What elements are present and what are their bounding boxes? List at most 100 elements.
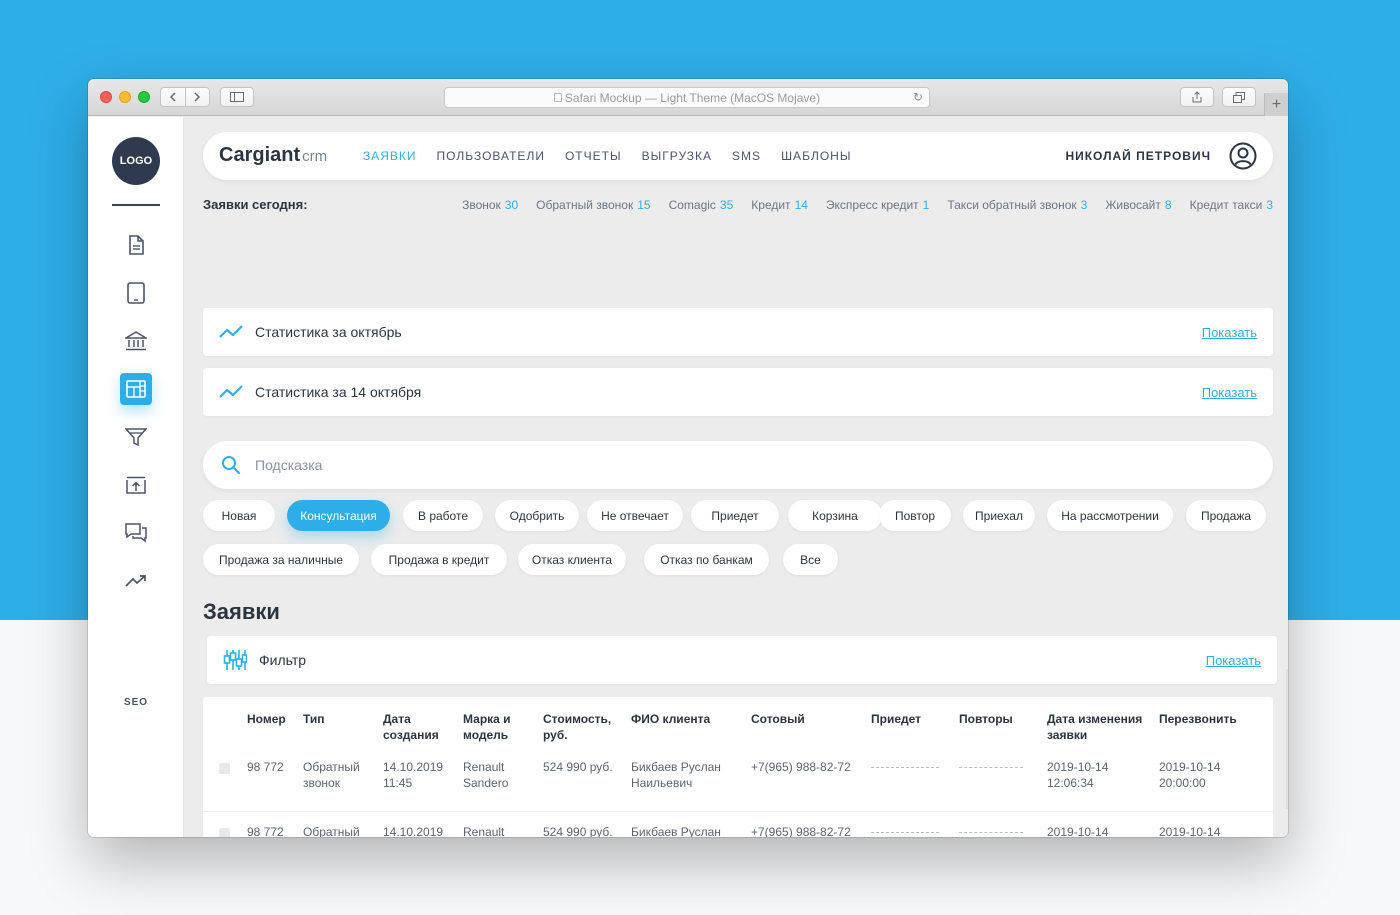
chevron-left-icon xyxy=(169,92,176,102)
stat-card-day: Статистика за 14 октября Показать xyxy=(203,368,1273,416)
cell-line: Renault xyxy=(463,825,505,837)
sidebar-item-dashboard[interactable] xyxy=(120,373,152,405)
tablet-icon xyxy=(127,282,145,304)
sidebar-item-analytics[interactable] xyxy=(120,565,152,597)
section-title: Заявки xyxy=(203,599,280,624)
nav-item[interactable]: ОТЧЕТЫ xyxy=(565,149,622,163)
table-header-cell[interactable]: Повторы xyxy=(959,711,1013,727)
stat-card-month: Статистика за октябрь Показать xyxy=(203,308,1273,356)
nav-item[interactable]: ЗАЯВКИ xyxy=(363,149,417,163)
back-button[interactable] xyxy=(161,88,185,106)
sidebar-item-documents[interactable] xyxy=(120,229,152,261)
header-line: Приедет xyxy=(871,712,922,726)
status-chip[interactable]: Новая xyxy=(203,500,275,531)
sidebar-item-upload[interactable] xyxy=(120,469,152,501)
counter-value: 3 xyxy=(1266,198,1273,212)
today-label: Заявки сегодня: xyxy=(203,197,308,212)
sidebar-divider xyxy=(112,204,160,206)
user-avatar-icon[interactable] xyxy=(1229,142,1257,170)
nav-item[interactable]: ПОЛЬЗОВАТЕЛИ xyxy=(437,149,545,163)
maximize-window-button[interactable] xyxy=(138,91,150,103)
status-chip[interactable]: Не отвечает xyxy=(587,500,683,531)
status-chip[interactable]: На рассмотрении xyxy=(1047,500,1173,531)
table-header-cell[interactable]: ФИО клиента xyxy=(631,711,710,727)
table-cell-phone[interactable]: +7(965) 988-82-72 xyxy=(751,824,851,837)
nav-item[interactable]: SMS xyxy=(732,149,761,163)
table-cell-model: Renault Sandero xyxy=(463,759,508,791)
counter-label: Кредит xyxy=(751,198,791,212)
address-bar[interactable]: Safari Mockup — Light Theme (MacOS Mojav… xyxy=(444,87,930,108)
table-header-cell[interactable]: Приедет xyxy=(871,711,921,727)
nav-item[interactable]: ШАБЛОНЫ xyxy=(781,149,851,163)
sidebar-item-chat[interactable] xyxy=(120,517,152,549)
counter-label: Звонок xyxy=(462,198,501,212)
today-counter[interactable]: Экспресс кредит 1 xyxy=(826,198,929,212)
header-line: Перезвонить xyxy=(1159,712,1237,726)
logo[interactable]: LOGO xyxy=(112,137,160,185)
row-checkbox[interactable] xyxy=(219,828,230,837)
status-chip[interactable]: Консультация xyxy=(287,500,390,531)
table-header-cell[interactable]: Стоимость, руб. xyxy=(543,711,611,743)
today-counters: Звонок 30 Обратный звонок 15 Comagic 35 Кредит… xyxy=(444,198,1273,212)
sidebar-icon xyxy=(230,92,244,102)
table-header-cell[interactable]: Номер xyxy=(247,711,286,727)
user-name[interactable]: НИКОЛАЙ ПЕТРОВИЧ xyxy=(1065,149,1211,163)
status-chip[interactable]: Одобрить xyxy=(495,500,579,531)
status-chip[interactable]: Приехал xyxy=(963,500,1035,531)
status-chip[interactable]: Отказ по банкам xyxy=(644,544,769,575)
empty-value-dash xyxy=(959,832,1023,833)
tabs-overview-button[interactable] xyxy=(1222,87,1256,107)
forward-button[interactable] xyxy=(184,88,209,106)
today-counter[interactable]: Кредит такси 3 xyxy=(1190,198,1273,212)
sidebar-toggle-button[interactable] xyxy=(220,87,254,107)
today-counter[interactable]: Comagic 35 xyxy=(669,198,734,212)
counter-value: 8 xyxy=(1164,198,1172,212)
status-chip[interactable]: Повтор xyxy=(879,500,951,531)
status-chip[interactable]: Корзина xyxy=(788,500,882,531)
stat-card-title: Статистика за октябрь xyxy=(255,324,402,340)
status-chip[interactable]: Отказ клиента xyxy=(518,544,626,575)
search-input[interactable] xyxy=(255,453,1215,477)
close-window-button[interactable] xyxy=(100,91,112,103)
table-header-cell[interactable]: Марка и модель xyxy=(463,711,511,743)
nav-item[interactable]: ВЫГРУЗКА xyxy=(642,149,712,163)
table-cell-phone[interactable]: +7(965) 988-82-72 xyxy=(751,759,851,775)
today-counter[interactable]: Звонок 30 xyxy=(462,198,518,212)
show-link[interactable]: Показать xyxy=(1202,385,1257,400)
today-counter[interactable]: Кредит 14 xyxy=(751,198,808,212)
today-counter[interactable]: Обратный звонок 15 xyxy=(536,198,650,212)
today-counter[interactable]: Живосайт 8 xyxy=(1105,198,1171,212)
table-cell-client: Бикбаев Руслан Наильевич xyxy=(631,759,721,791)
table-cell-number: 98 772 xyxy=(247,760,284,774)
show-link[interactable]: Показать xyxy=(1202,325,1257,340)
brand[interactable]: Cargiant crm xyxy=(219,144,327,167)
sidebar-item-bank[interactable] xyxy=(120,325,152,357)
sidebar-item-seo[interactable]: SEO xyxy=(112,697,160,708)
status-chip[interactable]: Продажа в кредит xyxy=(371,544,507,575)
minimize-window-button[interactable] xyxy=(119,91,131,103)
today-counter[interactable]: Такси обратный звонок 3 xyxy=(947,198,1087,212)
table-cell-callback: 2019-10-1420:00:00 xyxy=(1159,824,1220,837)
table-header-cell[interactable]: Дата создания xyxy=(383,711,439,743)
reload-icon[interactable]: ↻ xyxy=(913,90,923,104)
status-chip[interactable]: Продажа xyxy=(1186,500,1266,531)
filter-card: Фильтр Показать xyxy=(207,636,1277,684)
status-chip[interactable]: Приедет xyxy=(691,500,779,531)
show-filter-link[interactable]: Показать xyxy=(1206,653,1261,668)
sidebar-item-funnel[interactable] xyxy=(120,421,152,453)
share-button[interactable] xyxy=(1180,87,1214,107)
status-chip[interactable]: Продажа за наличные xyxy=(203,544,359,575)
counter-label: Кредит такси xyxy=(1189,198,1263,212)
status-chip[interactable]: В работе xyxy=(403,500,483,531)
table-header-cell[interactable]: Тип xyxy=(303,711,325,727)
trend-line-icon xyxy=(219,325,243,338)
table-header-cell[interactable]: Сотовый xyxy=(751,711,805,727)
requests-table: Номер Тип Дата создания Марка и модель Стоимос… xyxy=(203,697,1273,837)
browser-window: Safari Mockup — Light Theme (MacOS Mojav… xyxy=(88,79,1288,837)
table-header-cell[interactable]: Перезвонить xyxy=(1159,711,1237,727)
sidebar-item-tablet[interactable] xyxy=(120,277,152,309)
table-header-cell[interactable]: Дата изменения заявки xyxy=(1047,711,1142,743)
row-checkbox[interactable] xyxy=(219,763,230,774)
new-tab-button[interactable]: + xyxy=(1264,93,1288,116)
status-chip[interactable]: Все xyxy=(783,544,838,575)
